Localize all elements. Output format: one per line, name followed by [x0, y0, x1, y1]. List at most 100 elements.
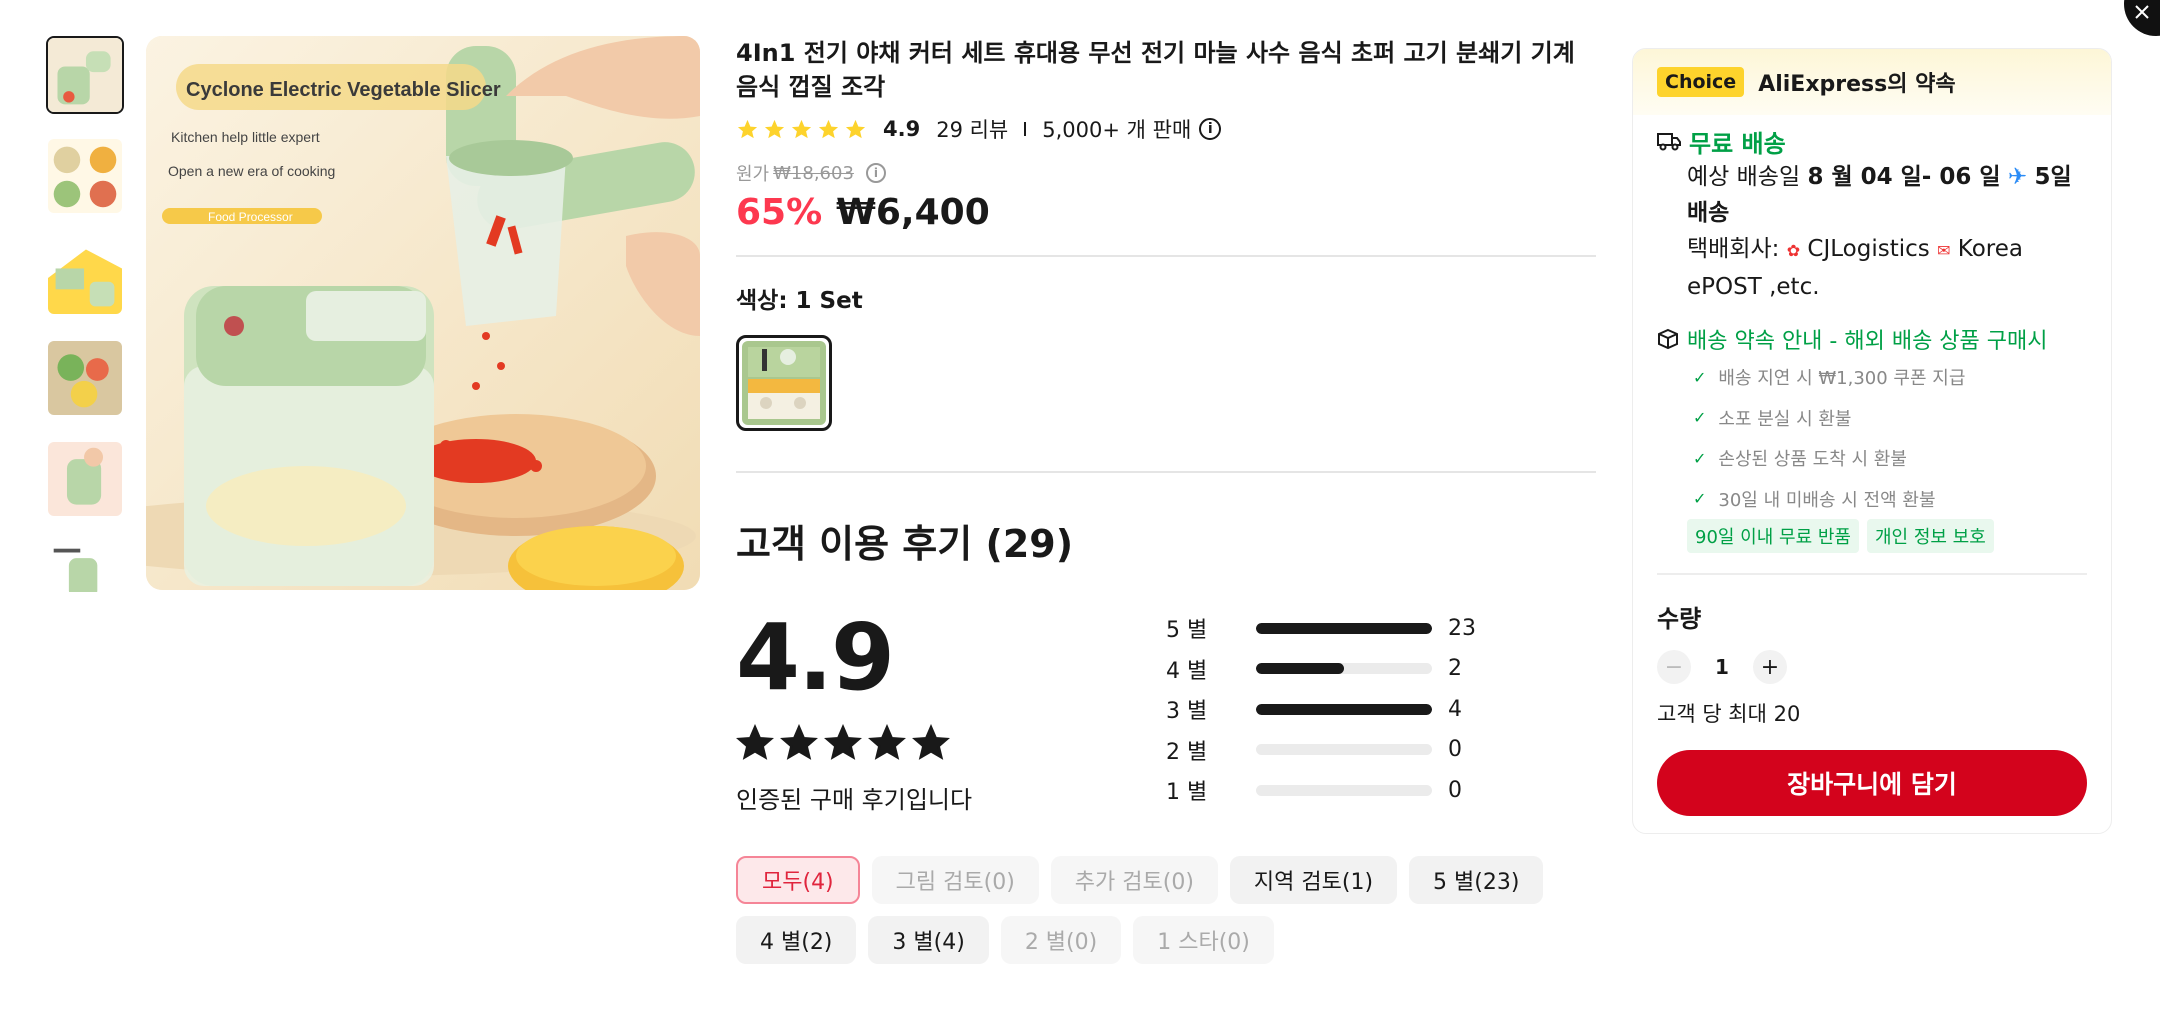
- box-icon: [1658, 328, 1678, 350]
- decrease-button[interactable]: −: [1657, 650, 1691, 684]
- star-icon: [818, 119, 839, 138]
- distribution-label: 1 별: [1166, 780, 1208, 806]
- policy-tag[interactable]: 개인 정보 보호: [1867, 519, 1994, 553]
- close-button[interactable]: [2124, 0, 2160, 36]
- delivery-suffix: 배송: [1687, 200, 1730, 226]
- review-filter-chip[interactable]: 2 별(0): [1000, 916, 1122, 964]
- distribution-label: 2 별: [1166, 739, 1208, 765]
- distribution-count: 0: [1448, 737, 1462, 763]
- star-icon: [868, 724, 906, 760]
- divider: [736, 471, 1596, 473]
- delivery-prefix: 예상 배송일: [1687, 164, 1801, 190]
- review-filter-chip[interactable]: 지역 검토(1): [1229, 856, 1398, 904]
- distribution-bar: [1256, 784, 1432, 796]
- product-title: 4In1 전기 야채 커터 세트 휴대용 무선 전기 마늘 사수 음식 초퍼 고…: [736, 39, 1575, 101]
- review-filter-chip[interactable]: 그림 검토(0): [871, 856, 1039, 904]
- main-product-image[interactable]: Cyclone Electric Vegetable Slicer Kitche…: [146, 36, 700, 590]
- protection-list: ✓ 배송 지연 시 ₩1,300 쿠폰 지급 ✓ 소포 분실 시 환불 ✓ 손상된 상품 …: [1657, 357, 2087, 519]
- distribution-bar-fill: [1256, 663, 1344, 675]
- delivery-estimate: 예상 배송일 8 월 04 일- 06 일 ✈ 5일 배송: [1657, 159, 2087, 231]
- image-overlay-line1: Kitchen help little expert: [171, 129, 320, 145]
- star-icon: [845, 119, 866, 138]
- check-icon: ✓: [1693, 489, 1707, 509]
- protection-item-text: 손상된 상품 도착 시 환불: [1718, 449, 1907, 471]
- protection-item-text: 배송 지연 시 ₩1,300 쿠폰 지급: [1718, 368, 1966, 390]
- original-price-row: 원가 ₩18,603 i: [736, 160, 1596, 186]
- thumbnail-3[interactable]: [46, 238, 124, 316]
- increase-button[interactable]: +: [1753, 650, 1787, 684]
- review-filter-chip[interactable]: 4 별(2): [736, 916, 857, 964]
- truck-icon: [1657, 133, 1681, 151]
- average-score: 4.9: [736, 604, 895, 711]
- original-price: ₩18,603: [773, 162, 854, 184]
- original-price-label: 원가: [736, 164, 770, 185]
- protection-item: ✓ 손상된 상품 도착 시 환불: [1657, 438, 2087, 479]
- distribution-row: 2 별 0: [1166, 730, 1488, 771]
- check-icon: ✓: [1693, 408, 1707, 428]
- thumbnail-4[interactable]: [46, 339, 124, 417]
- delivery-promise-link[interactable]: 배송 약속 안내 - 해외 배송 상품 구매시: [1657, 321, 2087, 357]
- thumbnail-5[interactable]: [46, 440, 124, 518]
- rating-stars: [736, 118, 867, 141]
- policy-tags: 90일 이내 무료 반품 개인 정보 보호: [1687, 519, 2087, 553]
- protection-item: ✓ 30일 내 미배송 시 전액 환불: [1657, 479, 2087, 520]
- sold-count: 5,000+ 개 판매: [1042, 118, 1192, 142]
- review-filter-chip[interactable]: 3 별(4): [868, 916, 989, 964]
- distribution-bar: [1256, 622, 1432, 634]
- distribution-bar-fill: [1256, 622, 1432, 634]
- star-icon: [912, 724, 950, 760]
- protection-item: ✓ 소포 분실 시 환불: [1657, 398, 2087, 439]
- distribution-row: 4 별 2: [1166, 649, 1488, 690]
- free-shipping: 무료 배송: [1657, 123, 2087, 159]
- star-icon: [780, 724, 818, 760]
- review-filter-chip[interactable]: 1 스타(0): [1133, 916, 1274, 964]
- average-stars: [736, 724, 950, 762]
- check-icon: ✓: [1693, 367, 1707, 387]
- delivery-promise-title: 배송 약속 안내 - 해외 배송 상품 구매시: [1687, 329, 2048, 354]
- review-filters: 모두(4) 그림 검토(0) 추가 검토(0) 지역 검토(1) 5 별(23) 4 별(…: [736, 856, 1596, 964]
- review-filter-chip[interactable]: 모두(4): [736, 856, 860, 904]
- quantity-label: 수량: [1657, 605, 1702, 633]
- info-icon[interactable]: i: [1199, 118, 1222, 140]
- protection-item-text: 소포 분실 시 환불: [1718, 408, 1852, 430]
- thumbnail-6[interactable]: [46, 541, 124, 592]
- price-info-icon[interactable]: i: [865, 163, 886, 183]
- free-shipping-label: 무료 배송: [1689, 129, 1786, 158]
- korea-post-logo-icon: ✉: [1937, 241, 1951, 260]
- choice-badge: Choice: [1657, 67, 1745, 97]
- divider: [1657, 573, 2087, 575]
- delivery-days: 5일: [2034, 164, 2072, 190]
- add-to-cart-button[interactable]: 장바구니에 담기: [1657, 750, 2087, 816]
- delivery-dates: 8 월 04 일- 06 일: [1807, 164, 2001, 190]
- review-filter-chip[interactable]: 5 별(23): [1409, 856, 1544, 904]
- plane-icon: ✈: [2007, 164, 2028, 190]
- star-icon: [737, 119, 758, 138]
- review-summary: 4.9 인증된 구매 후기입니다 5 별 23 4 별23 별42 별01 별0: [736, 608, 1596, 838]
- color-swatch-1-set[interactable]: [736, 335, 832, 431]
- star-icon: [824, 724, 862, 760]
- review-filter-chip[interactable]: 추가 검토(0): [1050, 856, 1218, 904]
- protection-item-text: 30일 내 미배송 시 전액 환불: [1718, 489, 1936, 511]
- thumbnail-2[interactable]: [46, 137, 124, 215]
- check-icon: ✓: [1693, 448, 1707, 468]
- promise-title: AliExpress의 약속: [1758, 72, 1956, 97]
- cj-logo-icon: ✿: [1786, 241, 1801, 260]
- image-overlay-line2: Open a new era of cooking: [168, 163, 335, 179]
- reviews-link[interactable]: 29 리뷰: [936, 114, 1008, 144]
- thumbnail-1[interactable]: [46, 36, 124, 114]
- product-info: 4In1 전기 야채 커터 세트 휴대용 무선 전기 마늘 사수 음식 초퍼 고…: [736, 36, 1596, 964]
- carrier-label: 택배회사:: [1687, 236, 1780, 262]
- carriers: 택배회사: ✿ CJLogistics ✉ Korea ePOST ,etc.: [1657, 231, 2087, 305]
- rating-row: 4.9 29 리뷰 5,000+ 개 판매 i: [736, 112, 1596, 146]
- carrier-cj: CJLogistics: [1807, 236, 1930, 262]
- distribution-label: 4 별: [1166, 658, 1208, 684]
- image-overlay-badge: Food Processor: [208, 210, 293, 224]
- distribution-bar: [1256, 703, 1432, 715]
- quantity-value[interactable]: 1: [1691, 655, 1753, 679]
- protection-item: ✓ 배송 지연 시 ₩1,300 쿠폰 지급: [1657, 357, 2087, 398]
- max-quantity: 고객 당 최대 20: [1657, 702, 1801, 726]
- policy-tag[interactable]: 90일 이내 무료 반품: [1687, 519, 1859, 553]
- distribution-bar: [1256, 663, 1432, 675]
- quantity-stepper: − 1 +: [1657, 650, 2087, 684]
- distribution-bar: [1256, 744, 1432, 756]
